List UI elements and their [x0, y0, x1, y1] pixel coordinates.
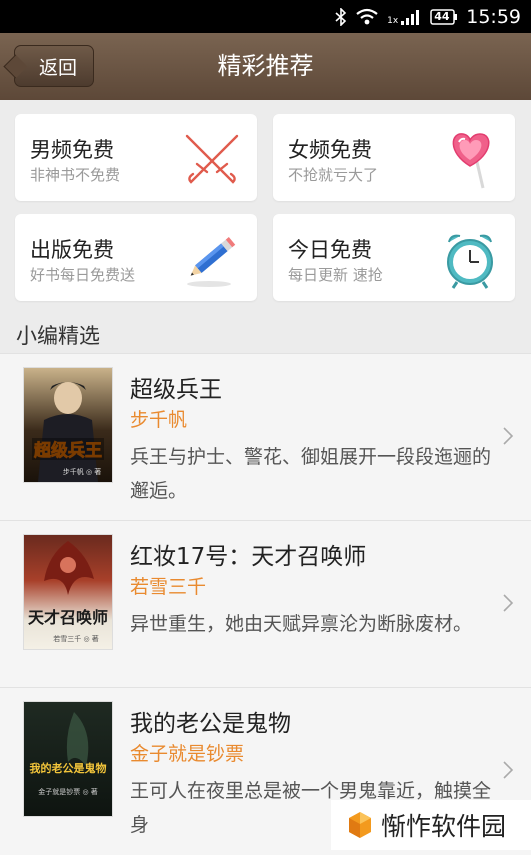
book-cover-image: 超级兵王 步千帆 ◎ 著 [24, 368, 112, 482]
book-item[interactable]: 超级兵王 步千帆 ◎ 著 超级兵王 步千帆 兵王与护士、警花、御姐展开一段段迤逦… [0, 353, 531, 521]
chevron-right-icon [503, 594, 514, 612]
category-card-today-free[interactable]: 今日免费 每日更新 速抢 [273, 214, 515, 301]
book-author: 金子就是钞票 [130, 743, 245, 765]
category-card-published-free[interactable]: 出版免费 好书每日免费送 [15, 214, 257, 301]
cover-author-text: 若雪三千 ◎ 著 [53, 634, 99, 643]
chevron-right-icon [503, 761, 514, 779]
bluetooth-icon [335, 7, 347, 26]
section-title: 小编精选 [16, 324, 100, 348]
cover-title-text: 超级兵王 [34, 440, 102, 461]
book-cover-image: 我的老公是鬼物 金子就是钞票 ◎ 著 [24, 702, 112, 816]
heart-lollipop-icon [439, 128, 501, 190]
category-card-male-free[interactable]: 男频免费 非神书不免费 [15, 114, 257, 201]
battery-level: 44 [434, 9, 450, 23]
card-title: 女频免费 [288, 138, 372, 162]
book-title: 我的老公是鬼物 [130, 711, 291, 737]
card-subtitle: 好书每日免费送 [30, 266, 136, 284]
book-description: 异世重生，她由天赋异禀沦为断脉废材。 [130, 613, 473, 635]
status-icons: 1x 44 15:59 [335, 0, 521, 33]
cover-title-text: 天才召唤师 [28, 608, 108, 627]
crossed-swords-icon [181, 128, 243, 190]
card-title: 男频免费 [30, 138, 114, 162]
card-subtitle: 不抢就亏大了 [288, 166, 379, 184]
book-cover-image: 天才召唤师 若雪三千 ◎ 著 [24, 535, 112, 649]
status-bar: 1x 44 15:59 [0, 0, 531, 33]
cover-title-text: 我的老公是鬼物 [30, 761, 107, 775]
battery-icon: 44 [430, 8, 458, 25]
watermark: 惭怍软件园 [331, 800, 531, 850]
chevron-right-icon [503, 427, 514, 445]
book-author: 步千帆 [130, 409, 188, 431]
pencil-icon [181, 228, 243, 290]
book-description: 兵王与护士、警花、御姐展开一段段迤逦的邂逅。 [130, 446, 492, 502]
cover-author-text: 金子就是钞票 ◎ 著 [38, 787, 98, 796]
nav-bar: 返回 精彩推荐 [0, 33, 531, 100]
watermark-text: 惭怍软件园 [381, 812, 507, 841]
alarm-clock-icon [439, 228, 501, 290]
watermark-logo-icon [349, 812, 371, 838]
card-subtitle: 每日更新 速抢 [288, 266, 383, 284]
signal-icon: 1x [387, 8, 422, 26]
card-subtitle: 非神书不免费 [30, 166, 121, 184]
book-title: 红妆17号：天才召唤师 [130, 544, 367, 570]
book-title: 超级兵王 [130, 377, 222, 403]
category-card-female-free[interactable]: 女频免费 不抢就亏大了 [273, 114, 515, 201]
back-button[interactable]: 返回 [14, 45, 94, 87]
card-title: 出版免费 [30, 238, 114, 262]
card-title: 今日免费 [288, 238, 372, 262]
book-author: 若雪三千 [130, 576, 207, 598]
book-item[interactable]: 天才召唤师 若雪三千 ◎ 著 红妆17号：天才召唤师 若雪三千 异世重生，她由天… [0, 520, 531, 688]
wifi-icon [355, 8, 379, 26]
cover-author-text: 步千帆 ◎ 著 [63, 467, 102, 476]
status-time: 15:59 [466, 5, 521, 28]
